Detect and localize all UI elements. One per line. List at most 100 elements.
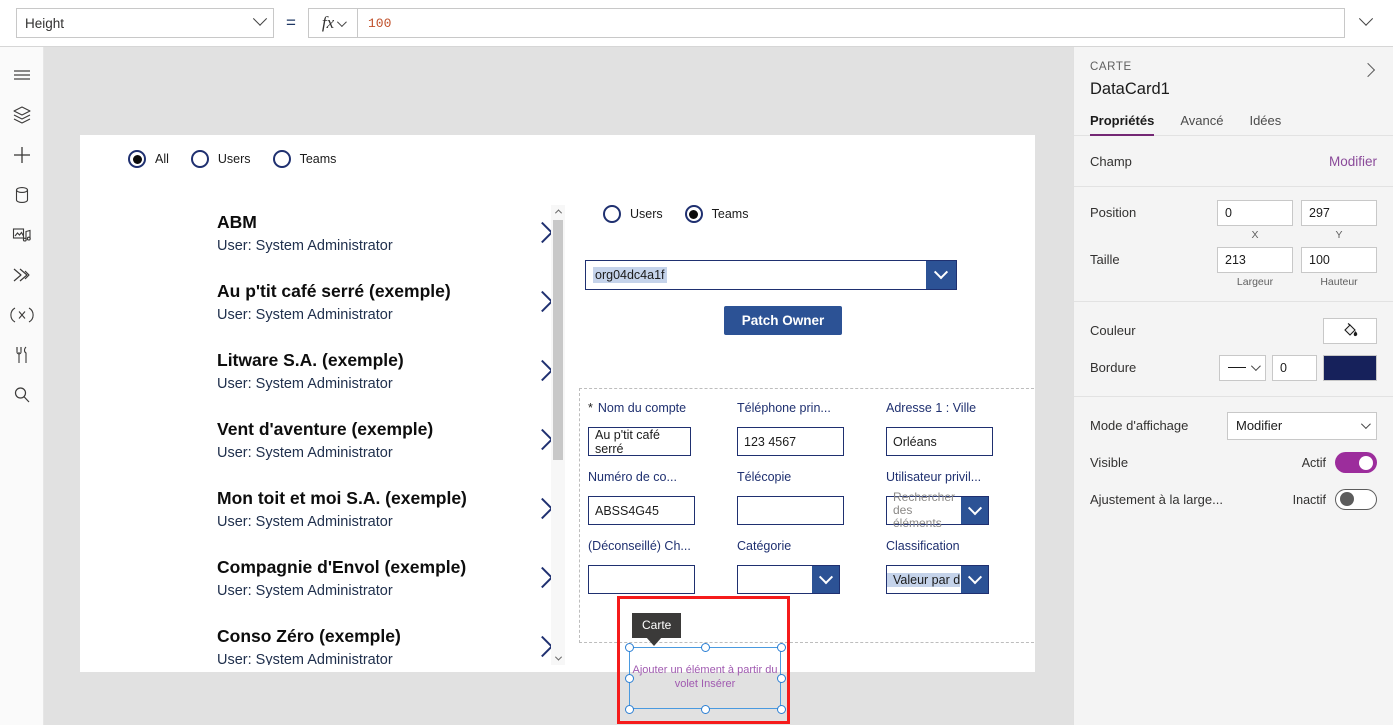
resize-handle-s[interactable] bbox=[701, 705, 710, 714]
accounts-gallery[interactable]: ABM User: System Administrator Au p'tit … bbox=[172, 205, 572, 665]
canvas-area[interactable]: All Users Teams ABM User: System Adminis… bbox=[44, 47, 1073, 725]
resize-handle-n[interactable] bbox=[701, 643, 710, 652]
datacard-deconseille-champ[interactable]: (Déconseillé) Ch... bbox=[588, 539, 695, 594]
datacard-numero-de-compte[interactable]: Numéro de co... ABSS4G45 bbox=[588, 470, 695, 525]
resize-handle-nw[interactable] bbox=[625, 643, 634, 652]
radio-users[interactable]: Users bbox=[190, 150, 251, 168]
size-width-caption: Largeur bbox=[1236, 276, 1274, 288]
size-height-input[interactable]: 100 bbox=[1301, 247, 1377, 273]
edit-form[interactable]: * Nom du compte Au p'tit café serré Télép… bbox=[579, 388, 1035, 643]
paint-bucket-icon[interactable] bbox=[1323, 317, 1377, 344]
formula-bar-expand-button[interactable] bbox=[1345, 8, 1387, 38]
datacard-input[interactable]: 123 4567 bbox=[737, 427, 844, 456]
visible-toggle[interactable] bbox=[1335, 452, 1377, 473]
datacard-classification[interactable]: Classification Valeur par dé bbox=[886, 539, 989, 594]
chevron-right-icon[interactable] bbox=[531, 566, 554, 589]
radio-teams[interactable]: Teams bbox=[272, 150, 336, 168]
border-label: Bordure bbox=[1090, 360, 1137, 375]
resize-handle-w[interactable] bbox=[625, 674, 634, 683]
tab-proprietes[interactable]: Propriétés bbox=[1090, 113, 1155, 136]
chevron-right-icon[interactable] bbox=[531, 497, 554, 520]
datacard-telecopie[interactable]: Télécopie bbox=[737, 470, 844, 525]
datacard-adresse-ville[interactable]: Adresse 1 : Ville Orléans bbox=[886, 401, 993, 456]
position-y-input[interactable]: 297 bbox=[1301, 200, 1377, 226]
owner-combobox[interactable]: org04dc4a1f bbox=[585, 260, 957, 290]
display-mode-select[interactable]: Modifier bbox=[1227, 411, 1377, 440]
hamburger-menu-icon[interactable] bbox=[0, 55, 44, 95]
chevron-right-icon[interactable] bbox=[531, 635, 554, 658]
datacard-telephone-principal[interactable]: Téléphone prin... 123 4567 bbox=[737, 401, 844, 456]
media-icon[interactable] bbox=[0, 215, 44, 255]
app-screen-canvas[interactable]: All Users Teams ABM User: System Adminis… bbox=[80, 135, 1035, 672]
list-item[interactable]: Vent d'aventure (exemple) User: System A… bbox=[172, 412, 572, 481]
selected-empty-datacard[interactable]: Ajouter un élément à partir du volet Ins… bbox=[625, 643, 786, 714]
list-item[interactable]: Compagnie d'Envol (exemple) User: System… bbox=[172, 550, 572, 619]
tab-avance[interactable]: Avancé bbox=[1180, 113, 1223, 135]
datacard-combobox[interactable] bbox=[737, 565, 840, 594]
datacard-input[interactable] bbox=[737, 496, 844, 525]
property-selector[interactable]: Height bbox=[16, 8, 274, 38]
auto-width-toggle[interactable] bbox=[1335, 489, 1377, 510]
border-color-swatch[interactable] bbox=[1323, 354, 1377, 381]
color-label: Couleur bbox=[1090, 323, 1136, 338]
chevron-right-icon[interactable] bbox=[531, 221, 554, 244]
tab-idees[interactable]: Idées bbox=[1249, 113, 1281, 135]
datacard-input[interactable]: Orléans bbox=[886, 427, 993, 456]
list-item[interactable]: Litware S.A. (exemple) User: System Admi… bbox=[172, 343, 572, 412]
owner-combobox-value: org04dc4a1f bbox=[593, 267, 667, 283]
position-x-input[interactable]: 0 bbox=[1217, 200, 1293, 226]
radio-owner-teams[interactable]: Teams bbox=[684, 205, 749, 223]
datacard-nom-du-compte[interactable]: * Nom du compte Au p'tit café serré bbox=[588, 401, 691, 456]
scroll-up-icon[interactable] bbox=[551, 205, 565, 218]
field-edit-link[interactable]: Modifier bbox=[1329, 154, 1377, 169]
datacard-label: (Déconseillé) Ch... bbox=[588, 539, 691, 553]
insert-icon[interactable] bbox=[0, 135, 44, 175]
chevron-down-icon[interactable] bbox=[961, 497, 988, 524]
resize-handle-se[interactable] bbox=[777, 705, 786, 714]
list-item-subtitle: User: System Administrator bbox=[217, 652, 393, 665]
search-icon[interactable] bbox=[0, 375, 44, 415]
layout-section: Position 0 X 297 Y Taille 213 Largeur 10… bbox=[1074, 187, 1393, 302]
gallery-scrollbar[interactable] bbox=[551, 205, 565, 665]
chevron-right-icon[interactable] bbox=[531, 359, 554, 382]
tools-icon[interactable] bbox=[0, 335, 44, 375]
tree-view-icon[interactable] bbox=[0, 95, 44, 135]
datacard-categorie[interactable]: Catégorie bbox=[737, 539, 840, 594]
patch-owner-button[interactable]: Patch Owner bbox=[724, 306, 842, 335]
radio-owner-users[interactable]: Users bbox=[603, 205, 663, 223]
list-item[interactable]: Mon toit et moi S.A. (exemple) User: Sys… bbox=[172, 481, 572, 550]
chevron-right-icon[interactable] bbox=[531, 428, 554, 451]
datacard-utilisateur-privilegie[interactable]: Utilisateur privil... Rechercher des élé… bbox=[886, 470, 989, 530]
data-icon[interactable] bbox=[0, 175, 44, 215]
panel-collapse-button[interactable] bbox=[1357, 59, 1379, 81]
list-item[interactable]: Conso Zéro (exemple) User: System Admini… bbox=[172, 619, 572, 665]
size-width-input[interactable]: 213 bbox=[1217, 247, 1293, 273]
radio-all[interactable]: All bbox=[128, 150, 169, 168]
chevron-down-icon[interactable] bbox=[961, 566, 988, 593]
position-x-caption: X bbox=[1251, 229, 1259, 241]
border-width-input[interactable]: 0 bbox=[1272, 354, 1317, 381]
formula-input[interactable]: 100 bbox=[358, 8, 1345, 38]
datacard-input[interactable] bbox=[588, 565, 695, 594]
resize-handle-sw[interactable] bbox=[625, 705, 634, 714]
datacard-input[interactable]: ABSS4G45 bbox=[588, 496, 695, 525]
power-automate-icon[interactable] bbox=[0, 255, 44, 295]
chevron-down-icon[interactable] bbox=[812, 566, 839, 593]
chevron-right-icon[interactable] bbox=[531, 290, 554, 313]
fx-button[interactable]: fx bbox=[308, 8, 358, 38]
chevron-down-icon[interactable] bbox=[926, 261, 956, 289]
display-mode-label: Mode d'affichage bbox=[1090, 418, 1189, 433]
variables-icon[interactable] bbox=[0, 295, 44, 335]
resize-handle-ne[interactable] bbox=[777, 643, 786, 652]
size-height-caption: Hauteur bbox=[1320, 276, 1358, 288]
resize-handle-e[interactable] bbox=[777, 674, 786, 683]
border-style-select[interactable] bbox=[1219, 354, 1266, 381]
scrollbar-thumb[interactable] bbox=[553, 220, 563, 460]
datacard-lookup[interactable]: Rechercher des éléments bbox=[886, 491, 989, 530]
radio-owner-teams-label: Teams bbox=[711, 207, 749, 221]
scroll-down-icon[interactable] bbox=[551, 652, 565, 665]
list-item[interactable]: ABM User: System Administrator bbox=[172, 205, 572, 274]
list-item[interactable]: Au p'tit café serré (exemple) User: Syst… bbox=[172, 274, 572, 343]
datacard-combobox[interactable]: Valeur par dé bbox=[886, 565, 989, 594]
datacard-input[interactable]: Au p'tit café serré bbox=[588, 427, 691, 456]
